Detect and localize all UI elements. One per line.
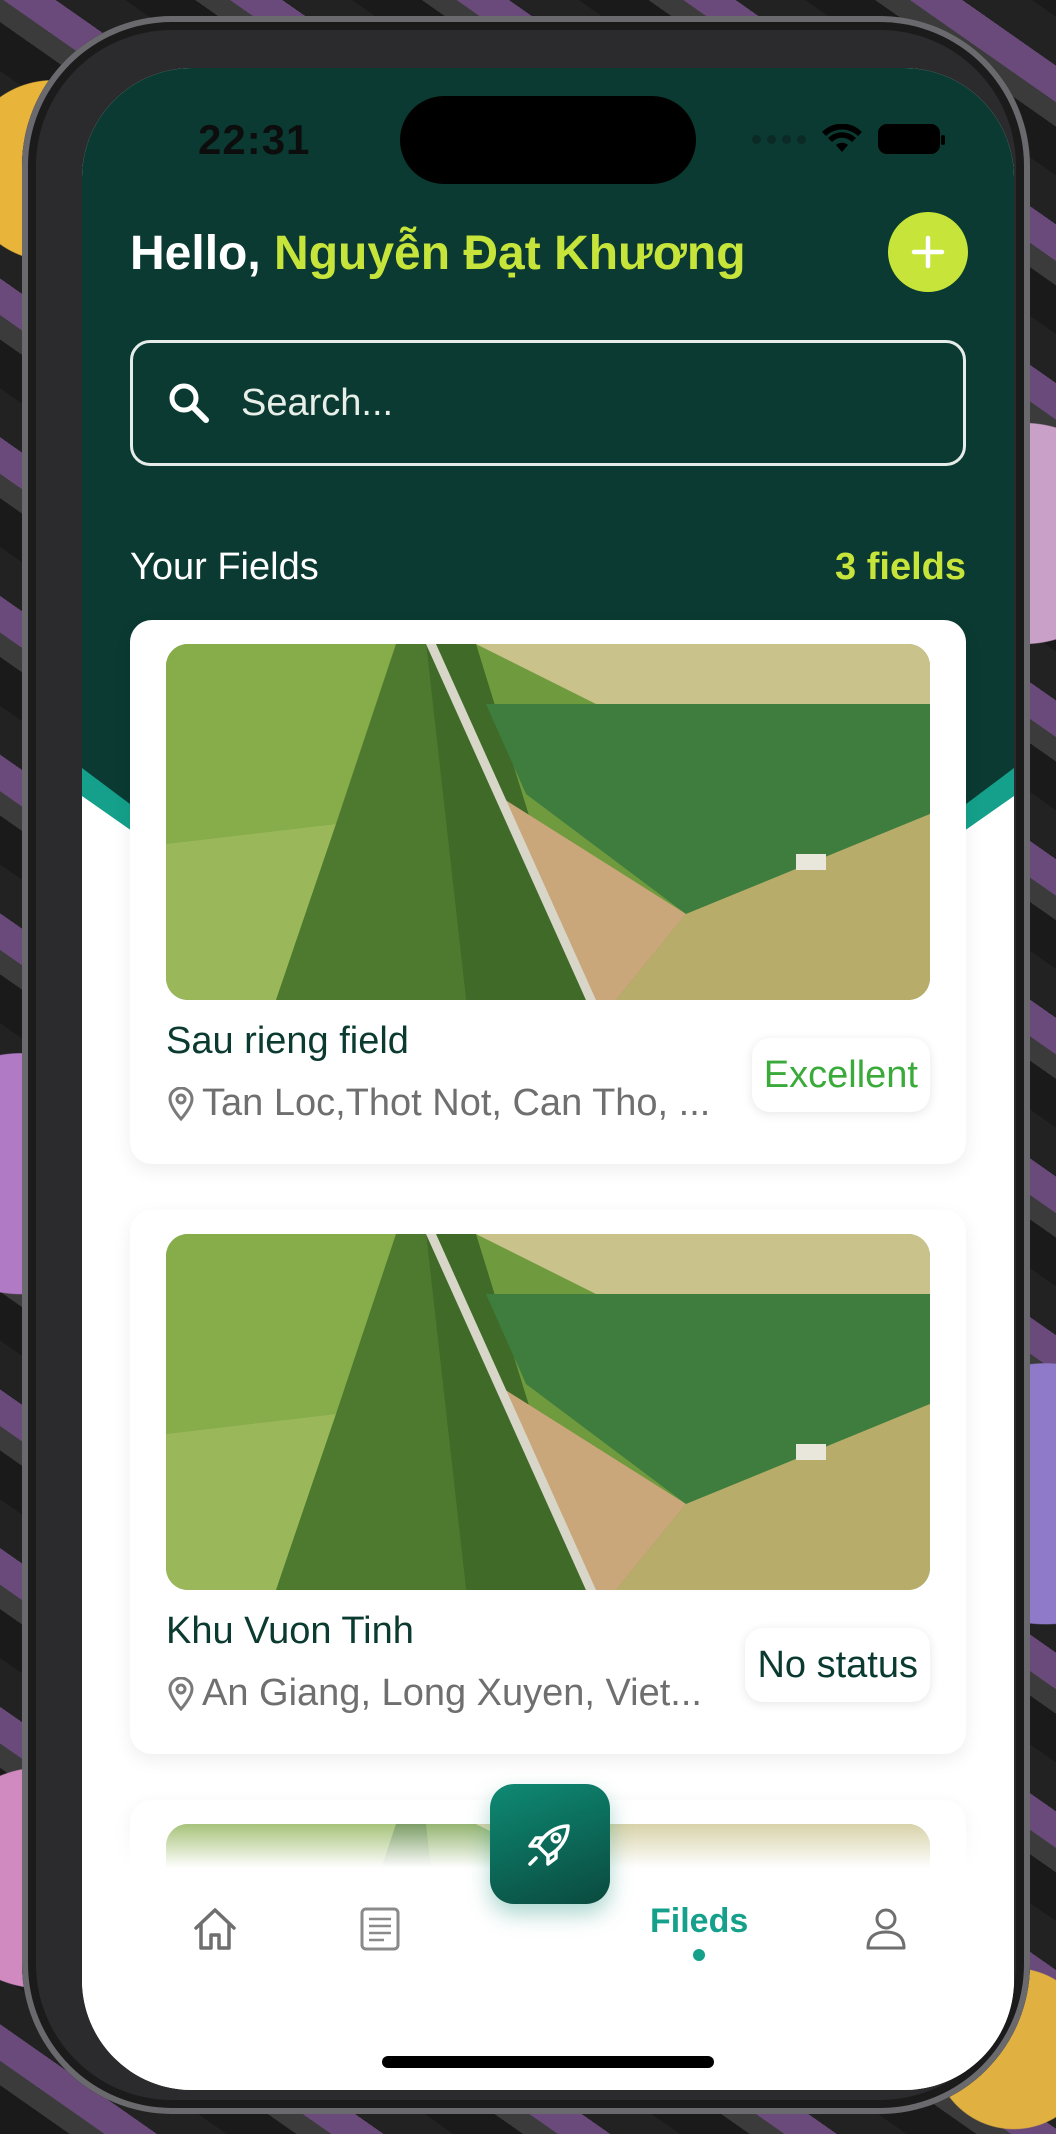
dynamic-island (400, 96, 696, 184)
status-time: 22:31 (198, 116, 311, 163)
rocket-icon (528, 1824, 570, 1866)
fields-section-header: Your Fields 3 fields (130, 546, 966, 589)
field-location: An Giang, Long Xuyen, Viet... (166, 1672, 702, 1715)
phone-frame: 22:31 Hello, Nguyễn Đạt Khương Search...… (22, 16, 1030, 2114)
tab-explore[interactable] (490, 1784, 610, 1904)
status-indicators (752, 124, 945, 154)
field-image (166, 1234, 930, 1590)
user-name: Nguyễn Đạt Khương (274, 227, 746, 280)
field-location: Tan Loc,Thot Not, Can Tho, ... (166, 1082, 710, 1125)
field-name: Sau rieng field (166, 1020, 409, 1062)
tab-home[interactable] (190, 1904, 240, 1954)
wifi-icon (822, 124, 862, 152)
field-location-text: An Giang, Long Xuyen, Viet... (202, 1672, 702, 1714)
document-icon (360, 1907, 400, 1951)
field-location-text: Tan Loc,Thot Not, Can Tho, ... (202, 1082, 711, 1124)
greeting-prefix: Hello, (130, 227, 275, 280)
home-icon (194, 1908, 236, 1950)
tab-fields[interactable]: Fileds (650, 1902, 748, 1961)
section-title: Your Fields (130, 546, 319, 588)
location-pin-icon (168, 1086, 194, 1121)
field-card[interactable]: Sau rieng field Tan Loc,Thot Not, Can Th… (130, 620, 966, 1164)
status-badge: Excellent (751, 1038, 930, 1112)
field-card[interactable]: Khu Vuon Tinh An Giang, Long Xuyen, Viet… (130, 1210, 966, 1754)
tab-profile[interactable] (862, 1904, 910, 1952)
active-tab-indicator (693, 1949, 706, 1961)
fields-count[interactable]: 3 fields (835, 546, 966, 589)
tab-fields-label: Fileds (650, 1902, 749, 1940)
greeting: Hello, Nguyễn Đạt Khương (130, 226, 746, 281)
search-input[interactable] (241, 381, 891, 425)
field-image (166, 644, 930, 1000)
tab-documents[interactable] (358, 1906, 402, 1952)
field-name: Khu Vuon Tinh (166, 1610, 414, 1652)
home-indicator[interactable] (382, 2056, 714, 2068)
search-icon (169, 383, 209, 423)
add-field-button[interactable] (888, 212, 968, 292)
user-icon (866, 1908, 906, 1950)
signal-icon (752, 134, 806, 144)
status-badge: No status (745, 1628, 930, 1702)
plus-icon (911, 235, 945, 269)
battery-icon (878, 124, 945, 154)
location-pin-icon (168, 1676, 194, 1711)
search-box[interactable] (130, 340, 966, 466)
app-screen: 22:31 Hello, Nguyễn Đạt Khương Search...… (82, 68, 1014, 2090)
